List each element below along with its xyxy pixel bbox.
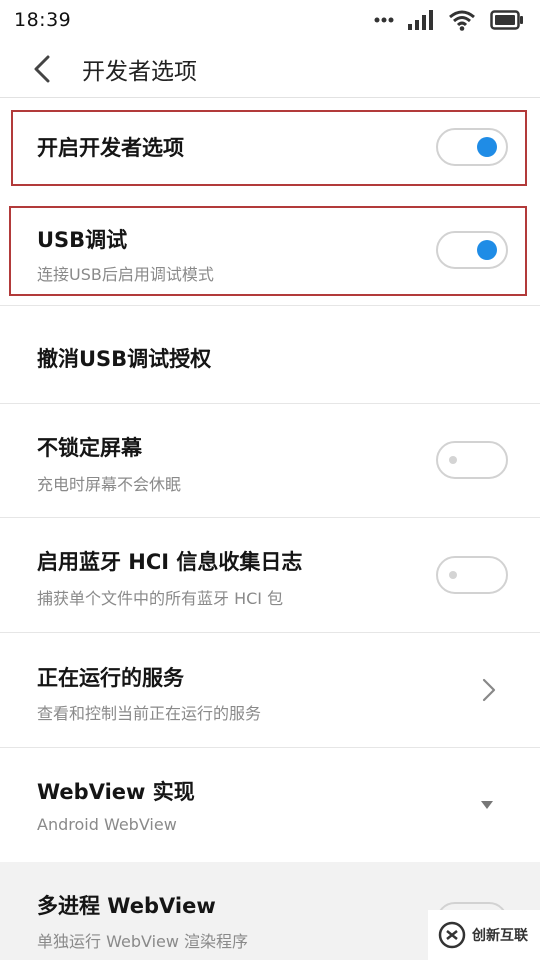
stay-awake-toggle[interactable] <box>436 441 508 479</box>
setting-title: WebView 实现 <box>37 780 195 804</box>
setting-title: 撤消USB调试授权 <box>37 347 212 371</box>
setting-subtitle: 查看和控制当前正在运行的服务 <box>37 704 262 723</box>
battery-icon <box>490 10 523 30</box>
usb-debugging-toggle[interactable] <box>436 231 508 269</box>
setting-row-webview-implementation[interactable]: WebView 实现 Android WebView <box>0 748 540 862</box>
setting-title: 不锁定屏幕 <box>37 436 142 460</box>
dropdown-arrow-icon <box>481 801 493 809</box>
chevron-right-icon <box>482 678 496 702</box>
watermark-logo-icon <box>438 921 466 949</box>
setting-row-bluetooth-hci-log[interactable]: 启用蓝牙 HCI 信息收集日志 捕获单个文件中的所有蓝牙 HCI 包 <box>0 518 540 633</box>
wifi-icon <box>449 10 475 31</box>
status-icons <box>374 9 524 31</box>
back-chevron-icon <box>34 55 50 82</box>
toggle-knob <box>449 456 457 464</box>
setting-row-stay-awake[interactable]: 不锁定屏幕 充电时屏幕不会休眠 <box>0 404 540 518</box>
setting-subtitle: Android WebView <box>37 815 177 834</box>
setting-title: 开启开发者选项 <box>37 136 184 160</box>
back-button[interactable] <box>12 40 72 98</box>
setting-row-usb-debugging[interactable]: USB调试 连接USB后启用调试模式 <box>0 200 540 306</box>
app-header: 开发者选项 <box>0 40 540 98</box>
setting-subtitle: 单独运行 WebView 渲染程序 <box>37 932 249 951</box>
setting-subtitle: 捕获单个文件中的所有蓝牙 HCI 包 <box>37 589 284 608</box>
toggle-knob <box>449 571 457 579</box>
setting-title: 正在运行的服务 <box>37 666 184 690</box>
setting-row-revoke-usb-authorizations[interactable]: 撤消USB调试授权 <box>0 306 540 404</box>
toggle-knob <box>477 137 497 157</box>
setting-title: 多进程 WebView <box>37 894 216 918</box>
status-time: 18:39 <box>14 9 72 31</box>
enable-developer-options-toggle[interactable] <box>436 128 508 166</box>
status-bar: 18:39 <box>0 0 540 40</box>
bluetooth-hci-log-toggle[interactable] <box>436 556 508 594</box>
setting-title: USB调试 <box>37 228 128 252</box>
signal-icon <box>408 10 433 30</box>
toggle-knob <box>477 240 497 260</box>
watermark: 创新互联 <box>428 910 540 960</box>
screen: 18:39 开发者选项 开启开发者选项 USB调试 连接USB后启用调试模式 撤… <box>0 0 540 960</box>
setting-row-running-services[interactable]: 正在运行的服务 查看和控制当前正在运行的服务 <box>0 633 540 748</box>
setting-subtitle: 连接USB后启用调试模式 <box>37 265 214 284</box>
more-dots-icon <box>374 17 394 23</box>
watermark-text: 创新互联 <box>472 928 528 944</box>
setting-row-enable-developer-options[interactable]: 开启开发者选项 <box>0 98 540 194</box>
setting-subtitle: 充电时屏幕不会休眠 <box>37 475 182 494</box>
setting-title: 启用蓝牙 HCI 信息收集日志 <box>37 550 303 574</box>
page-title: 开发者选项 <box>82 58 197 85</box>
